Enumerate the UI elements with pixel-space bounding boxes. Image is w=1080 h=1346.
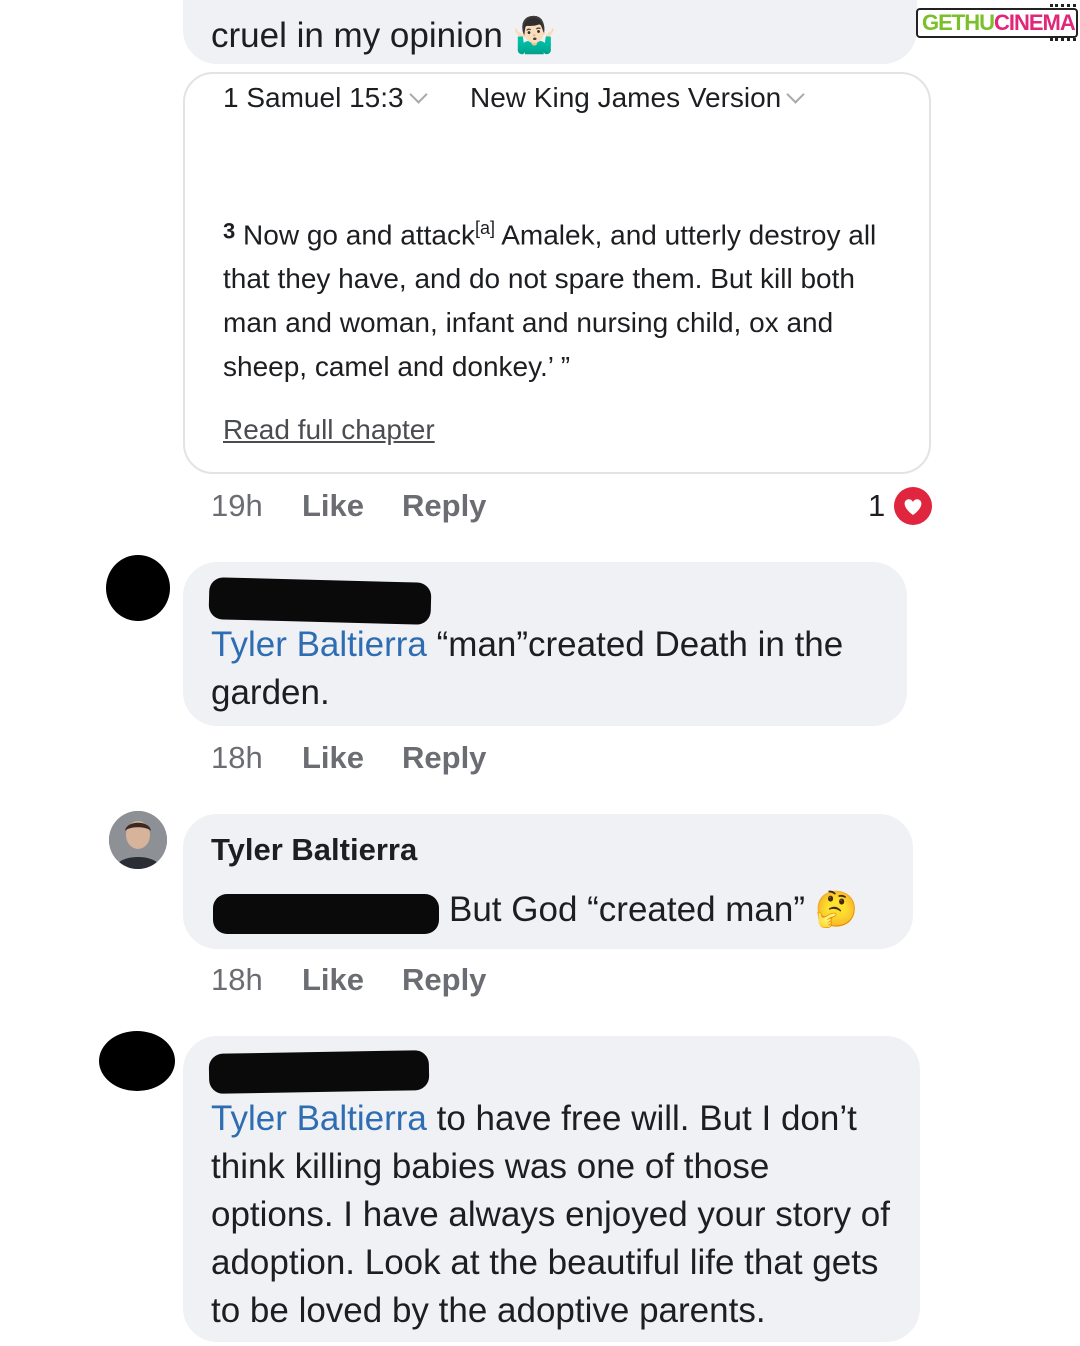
verse-preview-card[interactable]: 1 Samuel 15:3 New King James Version 3 N…	[183, 72, 931, 474]
comment-meta-row: 19h	[211, 488, 263, 524]
watermark-text-1: GETHU	[922, 10, 995, 35]
like-button[interactable]: Like	[302, 962, 364, 997]
reply-button[interactable]: Reply	[402, 488, 486, 523]
verse-reference: 1 Samuel 15:3	[223, 82, 404, 113]
version-label: New King James Version	[470, 82, 782, 113]
redacted-mention	[213, 894, 439, 934]
comment-text: cruel in my opinion	[211, 16, 503, 55]
reply-button[interactable]: Reply	[402, 962, 486, 997]
avatar[interactable]	[109, 811, 167, 869]
watermark-text-2: CINEMA	[994, 10, 1076, 35]
footnote-link[interactable]: [a]	[475, 218, 495, 238]
comment-bubble: Tyler Baltierra “man”created Death in th…	[183, 562, 907, 726]
like-button[interactable]: Like	[302, 740, 364, 775]
film-strip-icon	[1050, 4, 1076, 13]
shrug-emoji-icon: 🤷🏻‍♂️	[512, 16, 557, 55]
verse-reference-selector[interactable]: 1 Samuel 15:3	[223, 82, 428, 114]
redacted-name	[208, 1050, 430, 1094]
avatar[interactable]	[106, 555, 170, 621]
timestamp: 19h	[211, 488, 263, 523]
verse-number: 3	[223, 218, 236, 244]
mention-link[interactable]: Tyler Baltierra	[211, 625, 427, 664]
verse-text-before: Now go and attack	[243, 219, 475, 251]
timestamp: 18h	[211, 740, 263, 775]
thinking-emoji-icon: 🤔	[814, 890, 859, 929]
reaction-count[interactable]: 1	[868, 488, 885, 524]
comment-bubble-top: cruel in my opinion 🤷🏻‍♂️	[183, 0, 917, 64]
heart-reaction-icon[interactable]	[893, 486, 933, 526]
author-name[interactable]: Tyler Baltierra	[211, 832, 417, 868]
like-button[interactable]: Like	[302, 488, 364, 523]
comment-text: Tyler Baltierra “man”created Death in th…	[211, 621, 891, 717]
chevron-down-icon	[786, 85, 805, 104]
mention-link[interactable]: Tyler Baltierra	[211, 1099, 427, 1138]
avatar[interactable]	[99, 1031, 175, 1091]
verse-text: 3 Now go and attack[a] Amalek, and utter…	[223, 206, 903, 389]
timestamp: 18h	[211, 962, 263, 997]
comment-body: But God “created man”	[449, 890, 805, 929]
chevron-down-icon	[408, 85, 428, 104]
comment-text: But God “created man” 🤔	[449, 886, 858, 934]
comment-bubble: Tyler Baltierra But God “created man” 🤔	[183, 814, 913, 949]
film-strip-icon	[1050, 38, 1076, 47]
read-full-chapter-link[interactable]: Read full chapter	[223, 414, 435, 446]
reply-button[interactable]: Reply	[402, 740, 486, 775]
comment-text: Tyler Baltierra to have free will. But I…	[211, 1095, 901, 1335]
comment-bubble: Tyler Baltierra to have free will. But I…	[183, 1036, 920, 1342]
watermark-logo: GETHUCINEMA	[916, 4, 1078, 44]
version-selector[interactable]: New King James Version	[470, 82, 805, 114]
redacted-name	[208, 577, 432, 625]
